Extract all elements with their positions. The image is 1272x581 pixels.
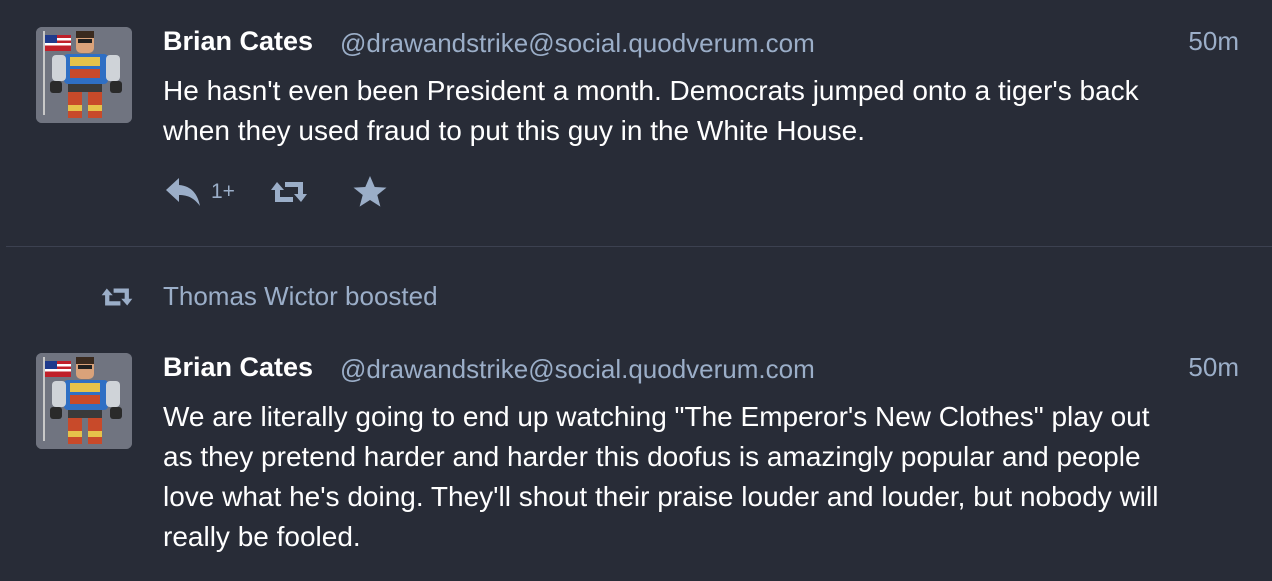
timestamp[interactable]: 50m xyxy=(1188,26,1239,57)
boosted-by-text[interactable]: Thomas Wictor boosted xyxy=(163,281,438,312)
account-handle[interactable]: @drawandstrike@social.quodverum.com xyxy=(340,354,815,385)
boost-icon xyxy=(271,182,307,202)
status-item[interactable]: Brian Cates @drawandstrike@social.quodve… xyxy=(0,0,1272,246)
action-figure-avatar-icon xyxy=(36,353,132,449)
account-handle[interactable]: @drawandstrike@social.quodverum.com xyxy=(340,28,815,59)
display-name[interactable]: Brian Cates xyxy=(163,26,313,57)
star-icon xyxy=(353,176,387,207)
boost-icon xyxy=(101,288,133,306)
status-item[interactable]: Brian Cates @drawandstrike@social.quodve… xyxy=(0,326,1272,581)
boost-prepend: Thomas Wictor boosted xyxy=(0,277,1272,317)
status-divider xyxy=(6,246,1272,247)
display-name[interactable]: Brian Cates xyxy=(163,352,313,383)
reply-icon xyxy=(166,178,200,206)
content-line: when they used fraud to put this guy in … xyxy=(163,115,865,146)
content-line: as they pretend harder and harder this d… xyxy=(163,441,1141,472)
avatar[interactable] xyxy=(36,353,132,449)
avatar[interactable] xyxy=(36,27,132,123)
content-line: We are literally going to end up watchin… xyxy=(163,401,1150,432)
content-line: He hasn't even been President a month. D… xyxy=(163,75,1139,106)
status-content: He hasn't even been President a month. D… xyxy=(163,71,1243,151)
reply-count: 1+ xyxy=(211,180,235,203)
status-actions: 1+ xyxy=(163,172,423,212)
reply-button[interactable]: 1+ xyxy=(163,172,235,212)
timestamp[interactable]: 50m xyxy=(1188,352,1239,383)
boost-button[interactable] xyxy=(269,172,309,212)
content-line: really be fooled. xyxy=(163,521,361,552)
favourite-button[interactable] xyxy=(351,172,389,212)
action-figure-avatar-icon xyxy=(36,27,132,123)
status-content: We are literally going to end up watchin… xyxy=(163,397,1243,557)
content-line: love what he's doing. They'll shout thei… xyxy=(163,481,1159,512)
